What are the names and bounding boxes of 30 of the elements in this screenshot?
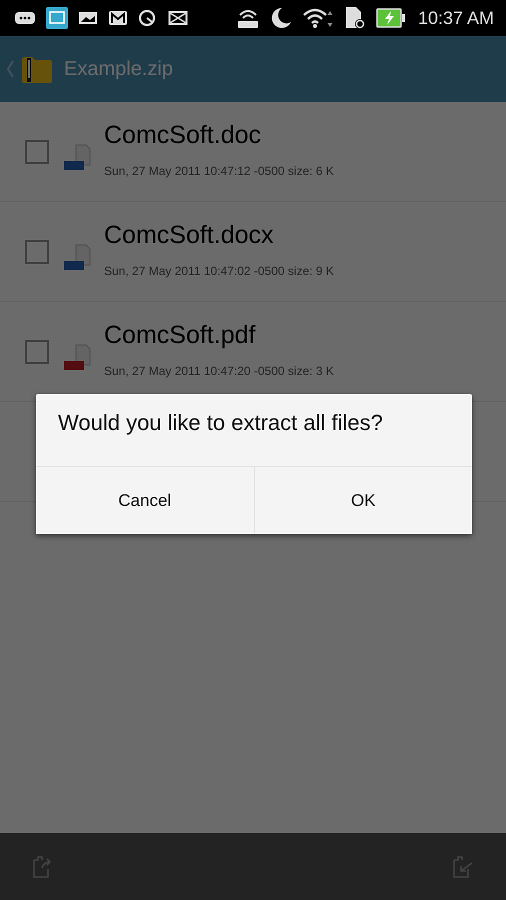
file-name: ComcSoft.docx [104,221,275,250]
envelope-icon [168,10,188,26]
image-icon [78,10,98,26]
file-details: Sun, 27 May 2011 10:47:02 -0500 size: 9 K [104,264,334,278]
back-icon [6,60,14,78]
dialog-button[interactable]: Cancel [36,467,254,534]
folder-icon [20,54,54,84]
mail-icon [108,10,128,26]
wifi-icon [302,7,334,29]
checkbox[interactable] [25,240,49,264]
file-details: Sun, 27 May 2011 10:47:12 -0500 size: 6 K [104,164,334,178]
chat-icon [14,10,36,26]
battery-icon [376,7,406,29]
checkbox[interactable] [25,340,49,364]
dialog-button[interactable]: OK [254,467,472,534]
screen-icon [46,7,68,29]
sim-card-icon [344,6,366,30]
file-name: ComcSoft.doc [104,121,262,150]
extract-button[interactable] [32,854,54,878]
status-time: 10:37 AM [418,8,494,28]
clipboard-arrow-icon [452,854,474,878]
file-details: Sun, 27 May 2011 10:47:20 -0500 size: 3 K [104,364,334,378]
file-name: ComcSoft.pdf [104,321,256,350]
clipboard-arrow-icon [32,854,54,878]
checkbox[interactable] [25,140,49,164]
back-button[interactable] [6,54,54,84]
moon-icon [270,7,292,29]
import-button[interactable] [452,854,474,878]
dialog-message: Would you like to extract all files? [57,409,384,437]
app-title: Example.zip [64,58,173,80]
